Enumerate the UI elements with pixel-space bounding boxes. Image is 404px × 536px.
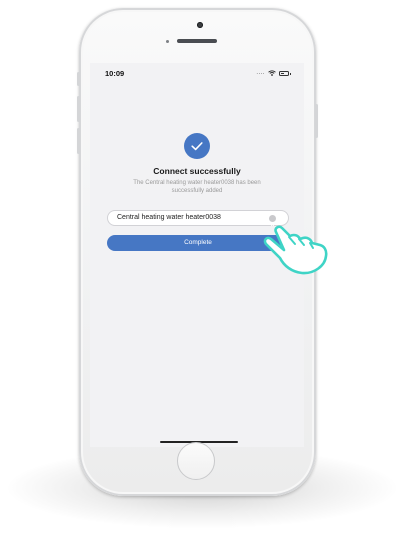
status-icons: .... (256, 69, 291, 77)
status-bar: 10:09 .... (90, 63, 304, 85)
home-button[interactable] (177, 442, 215, 480)
earpiece-speaker (177, 39, 217, 43)
sensor-dot (166, 40, 169, 43)
device-name-value[interactable]: Central heating water heater0038 (117, 214, 221, 221)
volume-down-button (77, 128, 80, 154)
checkmark-icon (184, 133, 210, 159)
front-camera (197, 22, 203, 28)
hand-pointer-icon (263, 225, 328, 275)
wifi-icon (268, 70, 276, 76)
stage: 10:09 .... Connect successfully The Cent… (0, 0, 404, 536)
success-title: Connect successfully (153, 166, 241, 176)
signal-dots-icon: .... (256, 70, 265, 76)
battery-icon (279, 70, 291, 76)
volume-up-button (77, 96, 80, 122)
battery-level (281, 72, 285, 74)
mute-switch (77, 72, 80, 86)
success-subtitle: The Central heating water heater0038 has… (133, 180, 261, 194)
status-time: 10:09 (105, 69, 125, 78)
power-button (315, 104, 318, 138)
